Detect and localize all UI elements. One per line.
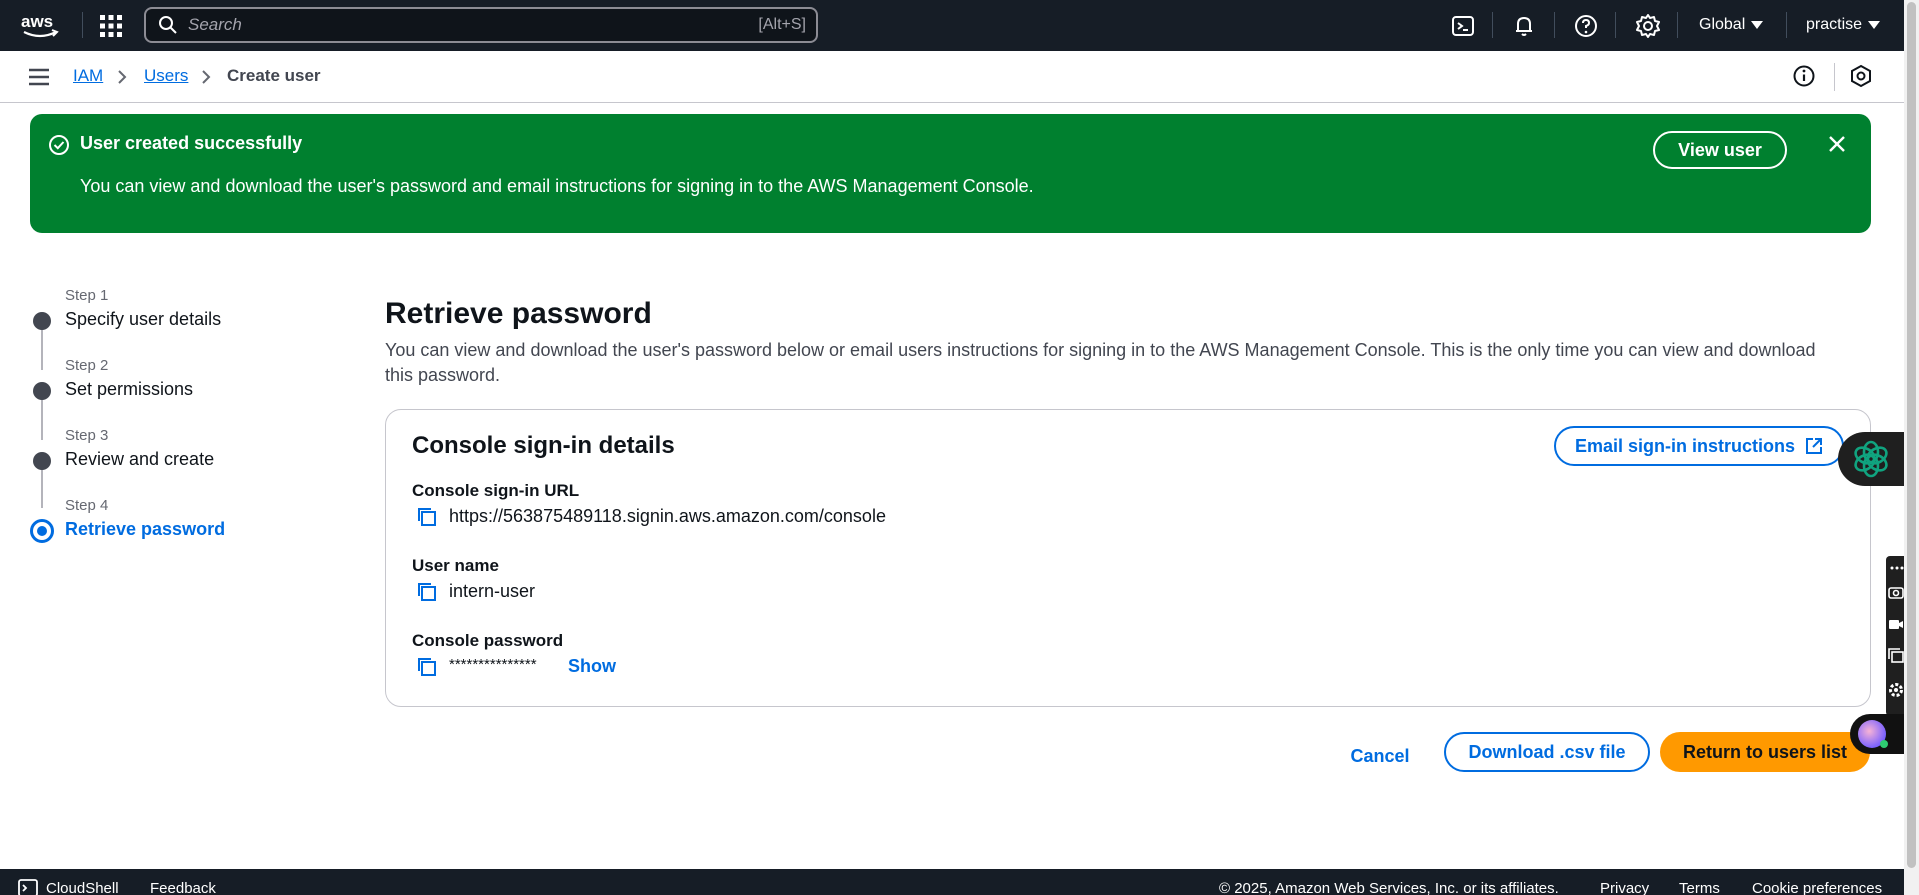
step-3-label: Step 3 [65, 427, 109, 444]
cancel-button[interactable]: Cancel [1338, 737, 1422, 775]
svg-text:aws: aws [21, 12, 53, 31]
step-1-title: Specify user details [65, 309, 222, 329]
show-password-link[interactable]: Show [568, 656, 616, 677]
breadcrumb-divider [1834, 63, 1835, 91]
scrollbar-thumb[interactable] [1907, 2, 1916, 868]
help-icon[interactable] [1573, 13, 1599, 39]
console-password-value: *************** [449, 656, 537, 673]
nav-divider [1615, 12, 1616, 38]
external-link-icon [1806, 438, 1823, 454]
cookie-preferences-link[interactable]: Cookie preferences [1752, 880, 1882, 895]
chat-assistant-widget[interactable] [1838, 432, 1904, 486]
step-4-label: Step 4 [65, 497, 109, 514]
step-3-indicator [33, 452, 51, 470]
user-name-value: intern-user [449, 581, 536, 601]
caret-down-icon [1751, 21, 1764, 29]
online-status-dot [1880, 740, 1888, 748]
settings-gear-icon[interactable] [1888, 682, 1904, 698]
sign-in-details-card: Console sign-in details Email sign-in in… [385, 409, 1871, 707]
console-password-label: Console password [412, 631, 564, 650]
console-footer: CloudShell Feedback © 2025, Amazon Web S… [0, 869, 1904, 895]
email-button-label: Email sign-in instructions [1574, 435, 1796, 456]
sign-in-url-label: Console sign-in URL [412, 481, 580, 500]
nav-divider [1554, 12, 1555, 38]
page-scrollbar[interactable] [1904, 0, 1919, 895]
account-menu[interactable]: practise [1806, 16, 1881, 34]
step-4-indicator [30, 519, 54, 543]
copyright-text: © 2025, Amazon Web Services, Inc. or its… [1219, 880, 1559, 895]
check-circle-icon [49, 135, 69, 155]
cloudshell-icon [18, 879, 38, 895]
privacy-link[interactable]: Privacy [1600, 880, 1649, 895]
region-selector[interactable]: Global [1699, 16, 1764, 34]
wizard-steps: Step 1 Specify user details Step 2 Set p… [30, 282, 330, 552]
step-1-label: Step 1 [65, 287, 109, 304]
amazon-q-icon[interactable] [1849, 64, 1873, 88]
user-name-label: User name [412, 556, 499, 575]
video-camera-icon[interactable] [1888, 616, 1904, 632]
menu-hamburger-icon[interactable] [28, 67, 50, 87]
camera-icon[interactable] [1888, 584, 1904, 600]
assistant-avatar-widget[interactable] [1850, 714, 1904, 754]
download-csv-button[interactable]: Download .csv file [1444, 732, 1650, 772]
copy-icon[interactable] [416, 506, 438, 528]
copy-icon[interactable] [416, 581, 438, 603]
chevron-right-icon [202, 70, 211, 84]
step-3-title: Review and create [65, 449, 215, 469]
search-icon [159, 16, 177, 34]
flash-message: You can view and download the user's pas… [80, 176, 1034, 196]
card-title: Console sign-in details [412, 432, 675, 459]
breadcrumb-users[interactable]: Users [144, 66, 188, 86]
step-2-title: Set permissions [65, 379, 194, 399]
info-icon[interactable] [1792, 64, 1816, 88]
nav-divider [1677, 12, 1678, 38]
notifications-bell-icon[interactable] [1511, 13, 1537, 39]
step-2-label: Step 2 [65, 357, 109, 374]
flash-title: User created successfully [80, 133, 303, 153]
region-label: Global [1699, 16, 1746, 33]
close-icon[interactable] [1826, 133, 1848, 155]
cloudshell-link[interactable]: CloudShell [46, 880, 119, 895]
view-user-button[interactable]: View user [1653, 131, 1787, 169]
top-navigation: aws Search [Alt+S] Global practise [0, 0, 1904, 51]
breadcrumb-iam[interactable]: IAM [73, 66, 103, 86]
step-4-title: Retrieve password [65, 519, 226, 539]
return-to-users-list-button[interactable]: Return to users list [1660, 732, 1870, 772]
search-shortcut: [Alt+S] [758, 16, 806, 33]
caret-down-icon [1868, 21, 1881, 29]
page-description: You can view and download the user's pas… [385, 340, 1816, 385]
sign-in-url-value: https://563875489118.signin.aws.amazon.c… [449, 506, 886, 526]
step-2-indicator [33, 382, 51, 400]
more-options-icon[interactable] [1888, 560, 1904, 576]
feedback-link[interactable]: Feedback [150, 880, 216, 895]
settings-gear-icon[interactable] [1635, 13, 1661, 39]
nav-divider [1492, 12, 1493, 38]
breadcrumb-bar: IAM Users Create user [0, 51, 1904, 103]
terms-link[interactable]: Terms [1679, 880, 1720, 895]
services-grid-icon[interactable] [99, 14, 123, 38]
nav-divider [1786, 12, 1787, 38]
extension-toolbar [1886, 556, 1904, 716]
search-input[interactable]: Search [Alt+S] [144, 7, 818, 43]
chatgpt-knot-icon [1854, 440, 1888, 478]
breadcrumb-current: Create user [227, 66, 321, 85]
cloudshell-icon[interactable] [1450, 13, 1476, 39]
step-1-indicator [33, 312, 51, 330]
email-sign-in-instructions-button[interactable]: Email sign-in instructions [1554, 426, 1844, 466]
nav-divider [82, 12, 83, 38]
page-title: Retrieve password [385, 297, 652, 330]
copy-icon[interactable] [416, 656, 438, 678]
aws-logo-icon[interactable]: aws [20, 10, 62, 40]
chevron-right-icon [118, 70, 127, 84]
copy-window-icon[interactable] [1888, 648, 1904, 664]
account-label: practise [1806, 16, 1863, 33]
search-placeholder: Search [188, 15, 242, 34]
success-flashbar: User created successfully You can view a… [30, 114, 1871, 233]
